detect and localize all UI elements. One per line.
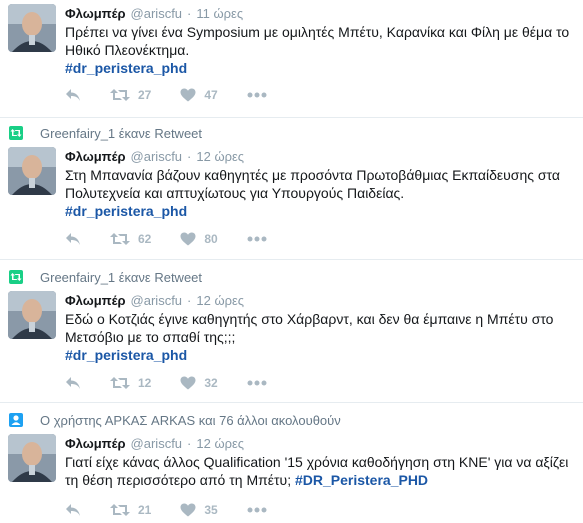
heart-icon xyxy=(180,376,196,390)
like-count: 32 xyxy=(204,376,218,390)
separator: · xyxy=(187,293,192,308)
more-button[interactable] xyxy=(247,236,267,242)
retweet-count: 62 xyxy=(138,232,152,246)
username[interactable]: @ariscfu xyxy=(131,149,183,164)
tweet[interactable]: Φλωμπέρ @ariscfu · 11 ώρες Πρέπει να γίν… xyxy=(0,0,583,118)
follow-context: Ο χρήστης ΑΡΚΑΣ ARKAS και 76 άλλοι ακολο… xyxy=(9,411,341,429)
timestamp[interactable]: 12 ώρες xyxy=(196,436,244,451)
hashtag-link[interactable]: #DR_Peristera_PHD xyxy=(295,472,428,488)
retweet-context: Greenfairy_1 έκανε Retweet xyxy=(9,124,202,142)
reply-button[interactable] xyxy=(65,88,81,102)
tweet-text: Γιατί είχε κάνας άλλος Qualification '15… xyxy=(65,453,575,489)
retweet-context-text[interactable]: Greenfairy_1 έκανε Retweet xyxy=(40,126,202,141)
tweet-actions: 27 47 xyxy=(65,85,296,105)
timestamp[interactable]: 11 ώρες xyxy=(196,6,243,21)
separator: · xyxy=(187,436,192,451)
retweet-context: Greenfairy_1 έκανε Retweet xyxy=(9,268,202,286)
tweet-body: Πρέπει να γίνει ένα Symposium με ομιλητέ… xyxy=(65,24,570,58)
retweet-button[interactable]: 12 xyxy=(110,376,151,390)
tweet-header: Φλωμπέρ @ariscfu · 12 ώρες xyxy=(65,149,244,164)
more-icon xyxy=(247,92,267,98)
hashtag-link[interactable]: #dr_peristera_phd xyxy=(65,347,187,363)
retweet-button[interactable]: 27 xyxy=(110,88,151,102)
tweet-text: Στη Μπανανία βάζουν καθηγητές με προσόντ… xyxy=(65,166,575,220)
retweet-icon xyxy=(9,126,23,140)
tweet-header: Φλωμπέρ @ariscfu · 11 ώρες xyxy=(65,6,243,21)
timestamp[interactable]: 12 ώρες xyxy=(196,293,244,308)
separator: · xyxy=(187,6,192,21)
tweet-actions: 21 35 xyxy=(65,500,296,520)
tweet[interactable]: Ο χρήστης ΑΡΚΑΣ ARKAS και 76 άλλοι ακολο… xyxy=(0,403,583,523)
like-count: 47 xyxy=(204,88,218,102)
more-icon xyxy=(247,380,267,386)
reply-icon xyxy=(66,233,80,245)
username[interactable]: @ariscfu xyxy=(131,436,183,451)
retweet-count: 12 xyxy=(138,376,152,390)
reply-button[interactable] xyxy=(65,376,81,390)
tweet-body: Εδώ ο Κοτζιάς έγινε καθηγητής στο Χάρβαρ… xyxy=(65,311,554,345)
more-button[interactable] xyxy=(247,92,267,98)
display-name[interactable]: Φλωμπέρ xyxy=(65,149,126,164)
retweet-icon xyxy=(110,377,130,389)
like-button[interactable]: 47 xyxy=(180,88,218,102)
avatar[interactable] xyxy=(8,291,56,339)
username[interactable]: @ariscfu xyxy=(131,293,183,308)
reply-button[interactable] xyxy=(65,232,81,246)
follow-icon xyxy=(9,413,23,427)
avatar[interactable] xyxy=(8,434,56,482)
display-name[interactable]: Φλωμπέρ xyxy=(65,436,126,451)
like-button[interactable]: 32 xyxy=(180,376,218,390)
like-button[interactable]: 35 xyxy=(180,503,218,517)
like-count: 80 xyxy=(204,232,218,246)
heart-icon xyxy=(180,232,196,246)
avatar[interactable] xyxy=(8,147,56,195)
retweet-count: 21 xyxy=(138,503,152,517)
retweet-button[interactable]: 21 xyxy=(110,503,151,517)
tweet-feed: Φλωμπέρ @ariscfu · 11 ώρες Πρέπει να γίν… xyxy=(0,0,583,523)
retweet-icon xyxy=(110,504,130,516)
reply-button[interactable] xyxy=(65,503,81,517)
tweet[interactable]: Greenfairy_1 έκανε Retweet Φλωμπέρ @aris… xyxy=(0,260,583,403)
display-name[interactable]: Φλωμπέρ xyxy=(65,293,126,308)
reply-icon xyxy=(66,89,80,101)
more-button[interactable] xyxy=(247,507,267,513)
heart-icon xyxy=(180,88,196,102)
tweet-actions: 62 80 xyxy=(65,229,296,249)
hashtag-link[interactable]: #dr_peristera_phd xyxy=(65,60,187,76)
tweet-header: Φλωμπέρ @ariscfu · 12 ώρες xyxy=(65,436,244,451)
retweet-count: 27 xyxy=(138,88,152,102)
username[interactable]: @ariscfu xyxy=(131,6,183,21)
retweet-context-text[interactable]: Greenfairy_1 έκανε Retweet xyxy=(40,270,202,285)
timestamp[interactable]: 12 ώρες xyxy=(196,149,244,164)
more-icon xyxy=(247,236,267,242)
more-icon xyxy=(247,507,267,513)
tweet-actions: 12 32 xyxy=(65,373,296,393)
tweet-header: Φλωμπέρ @ariscfu · 12 ώρες xyxy=(65,293,244,308)
tweet-text: Πρέπει να γίνει ένα Symposium με ομιλητέ… xyxy=(65,23,575,77)
separator: · xyxy=(187,149,192,164)
retweet-icon xyxy=(9,270,23,284)
follow-context-text[interactable]: Ο χρήστης ΑΡΚΑΣ ARKAS και 76 άλλοι ακολο… xyxy=(40,413,341,428)
hashtag-link[interactable]: #dr_peristera_phd xyxy=(65,203,187,219)
reply-icon xyxy=(66,504,80,516)
tweet[interactable]: Greenfairy_1 έκανε Retweet Φλωμπέρ @aris… xyxy=(0,118,583,260)
tweet-body: Στη Μπανανία βάζουν καθηγητές με προσόντ… xyxy=(65,167,560,201)
retweet-icon xyxy=(110,233,130,245)
display-name[interactable]: Φλωμπέρ xyxy=(65,6,126,21)
avatar[interactable] xyxy=(8,4,56,52)
like-button[interactable]: 80 xyxy=(180,232,218,246)
retweet-icon xyxy=(110,89,130,101)
tweet-text: Εδώ ο Κοτζιάς έγινε καθηγητής στο Χάρβαρ… xyxy=(65,310,575,364)
more-button[interactable] xyxy=(247,380,267,386)
retweet-button[interactable]: 62 xyxy=(110,232,151,246)
reply-icon xyxy=(66,377,80,389)
like-count: 35 xyxy=(204,503,218,517)
heart-icon xyxy=(180,503,196,517)
